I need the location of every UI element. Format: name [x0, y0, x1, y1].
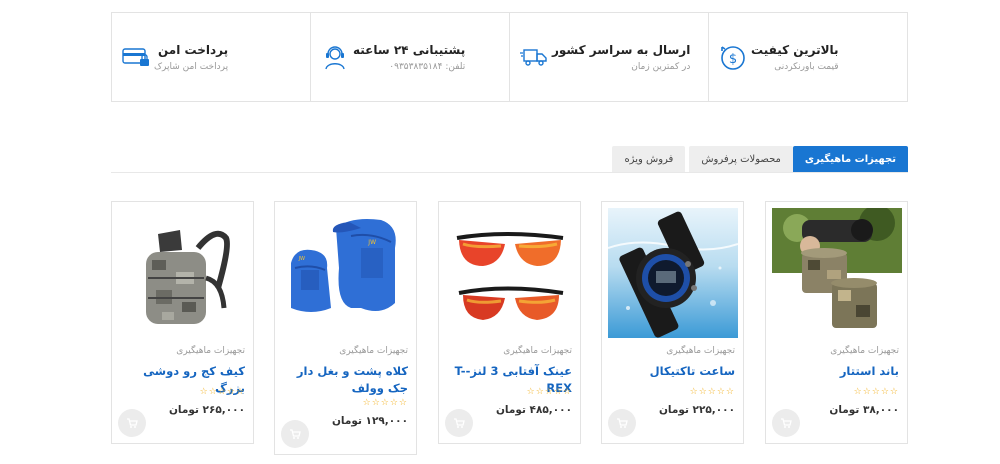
rating-stars: ☆☆☆☆☆ — [199, 387, 245, 397]
product-price: ۳۸,۰۰۰ تومان — [829, 404, 899, 416]
cart-icon — [781, 418, 792, 428]
product-image[interactable] — [608, 208, 738, 338]
feature-subtitle: قیمت باورنکردنی — [774, 61, 839, 72]
product-image[interactable] — [118, 208, 248, 338]
product-card[interactable]: تجهیزات ماهیگیری باند استتار ☆☆☆☆☆ ۳۸,۰۰… — [765, 201, 908, 444]
features-bar: $ بالاترین کیفیت قیمت باورنکردنی ارسال ب… — [111, 12, 908, 102]
add-to-cart-button[interactable] — [772, 409, 800, 437]
product-title[interactable]: باند استتار — [774, 363, 899, 380]
feature-title: بالاترین کیفیت — [751, 42, 839, 57]
rating-stars: ☆☆☆☆☆ — [689, 387, 735, 397]
product-category: تجهیزات ماهیگیری — [830, 346, 899, 356]
product-image[interactable]: JW JW — [281, 208, 411, 338]
feature-support: پشتیبانی ۲۴ ساعته تلفن: ۰۹۳۵۳۸۳۵۱۸۴ — [310, 13, 509, 101]
feature-title: ارسال به سراسر کشور — [552, 42, 691, 57]
product-title[interactable]: کلاه پشت و بغل دار جک وولف — [283, 363, 408, 397]
product-card[interactable]: تجهیزات ماهیگیری کیف کج رو دوشی بزرگ ☆☆☆… — [111, 201, 254, 444]
product-category: تجهیزات ماهیگیری — [339, 346, 408, 356]
tab-special-sale[interactable]: فروش ویژه — [612, 146, 686, 172]
cart-icon — [454, 418, 465, 428]
feature-subtitle: در کمترین زمان — [631, 61, 691, 72]
product-price: ۴۸۵,۰۰۰ تومان — [495, 404, 572, 416]
feature-payment: پرداخت امن پرداخت امن شاپرک — [112, 13, 310, 101]
tab-best-sellers[interactable]: محصولات پرفروش — [689, 146, 793, 172]
product-price: ۲۶۵,۰۰۰ تومان — [168, 404, 245, 416]
add-to-cart-button[interactable] — [281, 420, 309, 448]
tab-fishing-gear[interactable]: تجهیزات ماهیگیری — [792, 146, 908, 172]
svg-text:JW: JW — [367, 239, 376, 246]
delivery-truck-icon — [516, 39, 552, 75]
product-image[interactable] — [772, 208, 902, 338]
product-image[interactable] — [445, 208, 575, 338]
svg-text:$: $ — [729, 52, 737, 67]
svg-text:JW: JW — [298, 256, 305, 262]
product-category: تجهیزات ماهیگیری — [666, 346, 735, 356]
product-card[interactable]: تجهیزات ماهیگیری عینک آفتابی 3 لنز-T-REX… — [438, 201, 581, 444]
add-to-cart-button[interactable] — [608, 409, 636, 437]
feature-shipping: ارسال به سراسر کشور در کمترین زمان — [509, 13, 708, 101]
add-to-cart-button[interactable] — [118, 409, 146, 437]
dollar-coin-icon: $ — [715, 39, 751, 75]
support-headset-icon — [317, 39, 353, 75]
product-category: تجهیزات ماهیگیری — [503, 346, 572, 356]
feature-subtitle: پرداخت امن شاپرک — [154, 61, 229, 72]
product-price: ۲۲۵,۰۰۰ تومان — [658, 404, 735, 416]
product-grid: تجهیزات ماهیگیری باند استتار ☆☆☆☆☆ ۳۸,۰۰… — [111, 201, 908, 461]
feature-subtitle: تلفن: ۰۹۳۵۳۸۳۵۱۸۴ — [389, 61, 466, 72]
feature-title: پرداخت امن — [157, 42, 229, 57]
product-tabs: تجهیزات ماهیگیری محصولات پرفروش فروش ویژ… — [111, 146, 908, 173]
rating-stars: ☆☆☆☆☆ — [526, 387, 572, 397]
cart-icon — [617, 418, 628, 428]
secure-card-icon — [118, 39, 154, 75]
product-card[interactable]: JW JW تجهیزات ماهیگیری کلاه پشت و بغل دا… — [274, 201, 417, 455]
feature-title: پشتیبانی ۲۴ ساعته — [353, 42, 466, 57]
add-to-cart-button[interactable] — [445, 409, 473, 437]
product-title[interactable]: ساعت تاکتیکال — [610, 363, 735, 380]
cart-icon — [127, 418, 138, 428]
rating-stars: ☆☆☆☆☆ — [853, 387, 899, 397]
product-price: ۱۲۹,۰۰۰ تومان — [331, 415, 408, 427]
product-card[interactable]: تجهیزات ماهیگیری ساعت تاکتیکال ☆☆☆☆☆ ۲۲۵… — [601, 201, 744, 444]
cart-icon — [290, 429, 301, 439]
product-category: تجهیزات ماهیگیری — [176, 346, 245, 356]
feature-quality: $ بالاترین کیفیت قیمت باورنکردنی — [708, 13, 907, 101]
rating-stars: ☆☆☆☆☆ — [362, 398, 408, 408]
